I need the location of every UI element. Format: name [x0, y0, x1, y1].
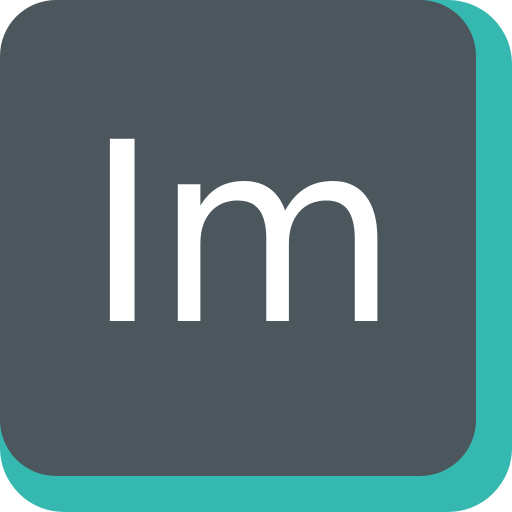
- app-icon[interactable]: Im: [0, 0, 512, 512]
- icon-monogram: Im: [85, 89, 398, 380]
- icon-face: Im: [0, 0, 476, 476]
